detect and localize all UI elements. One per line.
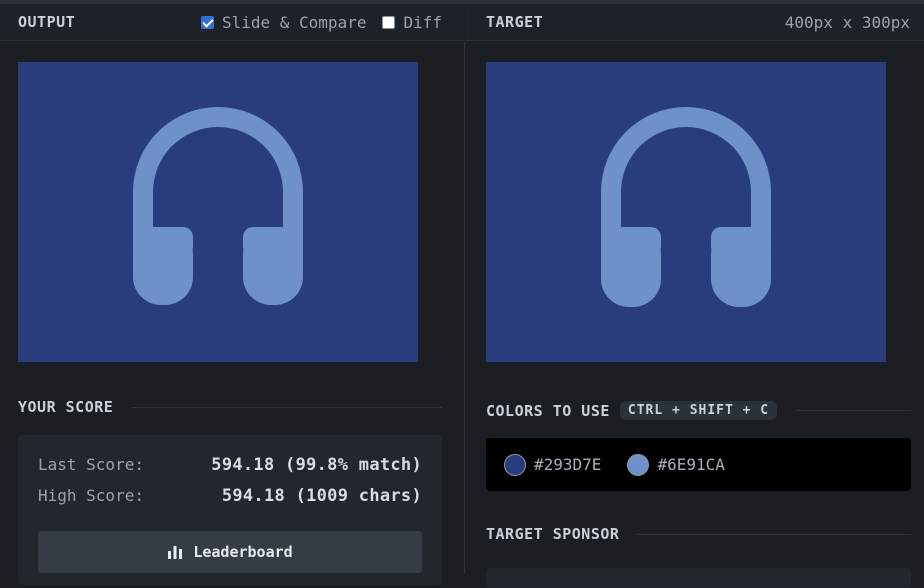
sponsor-heading-label: TARGET SPONSOR	[486, 525, 620, 543]
colors-heading-rule	[795, 410, 911, 411]
output-controls: Slide & Compare Diff	[200, 12, 442, 32]
diff-checkbox[interactable]	[382, 15, 396, 29]
sponsor-heading-rule	[637, 533, 911, 535]
score-box: Last Score: 594.18 (99.8% match) High Sc…	[18, 435, 442, 585]
color-swatch-2[interactable]: #6E91CA	[627, 453, 725, 476]
target-canvas	[486, 62, 886, 362]
sponsor-box	[486, 568, 911, 588]
slide-compare-toggle[interactable]: Slide & Compare	[200, 12, 367, 32]
last-score-row: Last Score: 594.18 (99.8% match)	[38, 455, 422, 475]
colors-shortcut: CTRL + SHIFT + C	[619, 401, 778, 420]
headphones-icon	[133, 107, 303, 305]
high-score-row: High Score: 594.18 (1009 chars)	[38, 486, 422, 506]
high-score-label: High Score:	[38, 486, 144, 505]
slide-compare-checkbox[interactable]	[200, 15, 214, 29]
score-heading-label: YOUR SCORE	[18, 398, 114, 416]
color-dot-1	[504, 453, 526, 476]
score-heading-rule	[131, 406, 442, 408]
last-score-value: 594.18 (99.8% match)	[211, 455, 422, 475]
output-panel: OUTPUT Slide & Compare Diff YOUR SCORE L…	[0, 4, 464, 585]
high-score-value: 594.18 (1009 chars)	[221, 486, 422, 506]
colors-box: #293D7E #6E91CA	[486, 438, 911, 491]
diff-toggle[interactable]: Diff	[382, 13, 442, 32]
color-swatch-1[interactable]: #293D7E	[504, 453, 602, 476]
target-dimensions: 400px x 300px	[784, 12, 910, 32]
sponsor-heading: TARGET SPONSOR	[486, 525, 911, 543]
output-title: OUTPUT	[18, 13, 76, 31]
slide-compare-label: Slide & Compare	[221, 12, 367, 32]
target-panel: TARGET 400px x 300px COLORS TO USE CTRL …	[465, 4, 924, 588]
leaderboard-button[interactable]: Leaderboard	[38, 531, 422, 573]
output-canvas[interactable]	[18, 62, 418, 362]
headphones-icon	[601, 107, 771, 307]
output-header: OUTPUT Slide & Compare Diff	[0, 4, 464, 41]
bar-chart-icon	[168, 546, 183, 559]
diff-label: Diff	[403, 12, 442, 32]
leaderboard-label: Leaderboard	[193, 543, 293, 561]
score-heading: YOUR SCORE	[18, 398, 442, 416]
last-score-label: Last Score:	[38, 455, 144, 474]
color-label-1: #293D7E	[534, 455, 602, 474]
colors-heading-label: COLORS TO USE	[486, 401, 610, 420]
target-title: TARGET	[486, 13, 544, 31]
colors-heading: COLORS TO USE CTRL + SHIFT + C	[486, 401, 911, 420]
target-header: TARGET 400px x 300px	[465, 4, 924, 41]
color-dot-2	[627, 453, 650, 476]
color-label-2: #6E91CA	[657, 455, 725, 474]
